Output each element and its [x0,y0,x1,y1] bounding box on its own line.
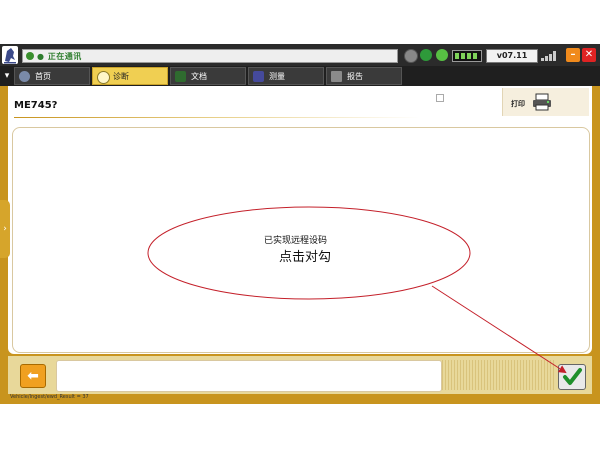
toolbar-spacer [442,360,556,390]
checkmark-icon [563,368,582,385]
arrow-left-icon: ⬅ [27,368,39,384]
confirm-button[interactable] [558,364,586,390]
annotation-text: 已实现远程设码 [264,236,328,246]
message-field [56,360,442,392]
status-text: Vehicle/Ingest/ewd_Result = 37 [10,394,89,400]
back-button[interactable]: ⬅ [20,364,46,388]
annotation-instruction: 点击对勾 [279,250,332,265]
